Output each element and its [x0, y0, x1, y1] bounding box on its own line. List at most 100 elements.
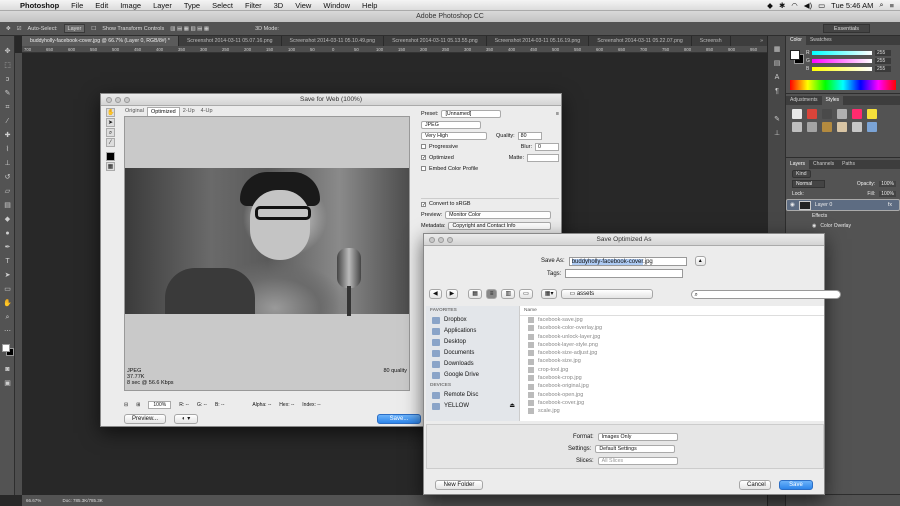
- progressive-checkbox[interactable]: [421, 144, 426, 149]
- properties-panel-icon[interactable]: ▤: [772, 60, 782, 68]
- more-tools-icon[interactable]: ⋯: [3, 328, 12, 336]
- quick-mask-icon[interactable]: ◙: [3, 366, 12, 374]
- pen-tool-icon[interactable]: ✒: [3, 244, 12, 252]
- move-tool-icon[interactable]: ✥: [3, 48, 12, 56]
- save-button[interactable]: Save...: [377, 414, 421, 424]
- green-value[interactable]: 255: [875, 58, 891, 64]
- bluetooth-icon[interactable]: ✱: [779, 1, 785, 10]
- new-folder-button[interactable]: New Folder: [435, 480, 483, 490]
- doc-tab[interactable]: Screenshot 2014-03-11 05.22.07.png: [589, 36, 692, 46]
- quality-input[interactable]: 80: [517, 131, 542, 140]
- layer-row-layer0[interactable]: ◉ Layer 0 fx: [786, 199, 900, 211]
- style-swatch[interactable]: [867, 109, 877, 119]
- tabs-overflow-icon[interactable]: »: [756, 36, 767, 46]
- minimize-button[interactable]: [438, 237, 444, 243]
- style-swatch[interactable]: [867, 122, 877, 132]
- fill-value[interactable]: 100%: [879, 191, 896, 197]
- auto-select-target[interactable]: Layer: [63, 24, 86, 33]
- sidebar-item-documents[interactable]: Documents: [426, 348, 519, 359]
- zoom-readout[interactable]: 66.67%: [26, 498, 41, 503]
- tags-input[interactable]: [565, 269, 684, 278]
- close-button[interactable]: [429, 237, 435, 243]
- tab-swatches[interactable]: Swatches: [806, 36, 836, 45]
- matte-select[interactable]: [527, 153, 559, 162]
- notifications-icon[interactable]: ≡: [890, 1, 894, 10]
- quality-preset-select[interactable]: Very High: [421, 131, 487, 140]
- character-panel-icon[interactable]: A: [772, 74, 782, 82]
- column-view-icon[interactable]: ▥: [501, 289, 516, 299]
- slices-select[interactable]: All Slices: [597, 457, 678, 465]
- tab-color[interactable]: Color: [786, 36, 806, 45]
- folder-select[interactable]: ▭ assets: [561, 289, 654, 299]
- arrange-menu-icon[interactable]: ▦▾: [540, 289, 558, 299]
- slice-select-icon[interactable]: ➤: [106, 118, 115, 127]
- sidebar-item-remote-disc[interactable]: Remote Disc: [426, 390, 519, 401]
- zoom-in-icon[interactable]: ⊞: [136, 402, 140, 408]
- menu-edit[interactable]: Edit: [89, 1, 114, 10]
- icon-view-icon[interactable]: ▦: [468, 289, 482, 299]
- visibility-eye-icon[interactable]: ◉: [812, 223, 816, 229]
- layer-name[interactable]: Layer 0: [815, 202, 833, 209]
- preview-select[interactable]: Monitor Color: [445, 210, 552, 219]
- format-select[interactable]: Images Only: [597, 433, 678, 441]
- forward-button[interactable]: ▶: [445, 289, 459, 299]
- sidebar-item-google-drive[interactable]: Google Drive: [426, 370, 519, 381]
- red-slider[interactable]: [812, 51, 872, 55]
- blur-tool-icon[interactable]: ◆: [3, 216, 12, 224]
- menu-window[interactable]: Window: [317, 1, 356, 10]
- gradient-tool-icon[interactable]: ▤: [3, 202, 12, 210]
- history-brush-icon[interactable]: ↺: [3, 174, 12, 182]
- zoom-out-icon[interactable]: ⊟: [124, 402, 128, 408]
- dodge-tool-icon[interactable]: ●: [3, 230, 12, 238]
- preview-button[interactable]: Preview...: [124, 414, 167, 424]
- menu-type[interactable]: Type: [178, 1, 206, 10]
- workspace-switcher[interactable]: Essentials: [822, 24, 870, 33]
- style-swatch[interactable]: [852, 109, 862, 119]
- close-button[interactable]: [106, 97, 112, 103]
- opacity-value[interactable]: 100%: [879, 181, 896, 187]
- embed-profile-checkbox[interactable]: [421, 166, 426, 171]
- menu-select[interactable]: Select: [206, 1, 239, 10]
- cancel-button[interactable]: Cancel: [739, 480, 771, 490]
- style-swatch[interactable]: [822, 109, 832, 119]
- menu-3d[interactable]: 3D: [268, 1, 290, 10]
- sidebar-item-yellow[interactable]: YELLOW ⏏: [426, 401, 519, 412]
- type-tool-icon[interactable]: T: [3, 258, 12, 266]
- healing-tool-icon[interactable]: ✚: [3, 132, 12, 140]
- style-swatch[interactable]: [837, 122, 847, 132]
- menu-help[interactable]: Help: [356, 1, 383, 10]
- shape-tool-icon[interactable]: ▭: [3, 286, 12, 294]
- hand-tool-icon[interactable]: ✋: [3, 300, 12, 308]
- format-select[interactable]: JPEG: [421, 120, 481, 129]
- style-swatch[interactable]: [792, 122, 802, 132]
- zoom-button[interactable]: [447, 237, 453, 243]
- sidebar-item-downloads[interactable]: Downloads: [426, 359, 519, 370]
- menu-file[interactable]: File: [65, 1, 89, 10]
- settings-menu-icon[interactable]: ≡: [556, 111, 559, 117]
- sidebar-item-desktop[interactable]: Desktop: [426, 337, 519, 348]
- eject-icon[interactable]: ⏏: [509, 401, 515, 412]
- tab-channels[interactable]: Channels: [809, 160, 838, 169]
- minimize-button[interactable]: [115, 97, 121, 103]
- sidebar-item-dropbox[interactable]: Dropbox: [426, 315, 519, 326]
- sidebar-item-applications[interactable]: Applications: [426, 326, 519, 337]
- blend-mode-select[interactable]: Normal: [792, 180, 826, 188]
- brush-tool-icon[interactable]: ⌇: [3, 146, 12, 154]
- metadata-select[interactable]: Copyright and Contact Info: [448, 221, 552, 230]
- search-input[interactable]: ⌕: [691, 289, 842, 299]
- back-button[interactable]: ◀: [429, 289, 442, 299]
- save-as-input[interactable]: buddyholly-facebook-cover.jpg: [568, 256, 687, 266]
- green-slider[interactable]: [812, 59, 872, 63]
- move-tool-icon[interactable]: ✥: [6, 26, 11, 32]
- red-value[interactable]: 255: [875, 50, 891, 56]
- paragraph-panel-icon[interactable]: ¶: [772, 88, 782, 96]
- settings-select[interactable]: Default Settings: [595, 445, 676, 453]
- hand-tool-icon[interactable]: ✋: [106, 108, 115, 117]
- align-icons[interactable]: ▥ ▤ ▦ ▥ ▤ ▦: [170, 26, 209, 32]
- doc-tab-active[interactable]: buddyholly-facebook-cover.jpg @ 66.7% (L…: [22, 36, 179, 46]
- history-panel-icon[interactable]: ▦: [772, 46, 782, 54]
- menu-image[interactable]: Image: [114, 1, 147, 10]
- marquee-tool-icon[interactable]: ⬚: [3, 62, 12, 70]
- doc-tab[interactable]: Screenshot 2014-03-11 05.10.49.png: [282, 36, 385, 46]
- menu-filter[interactable]: Filter: [239, 1, 268, 10]
